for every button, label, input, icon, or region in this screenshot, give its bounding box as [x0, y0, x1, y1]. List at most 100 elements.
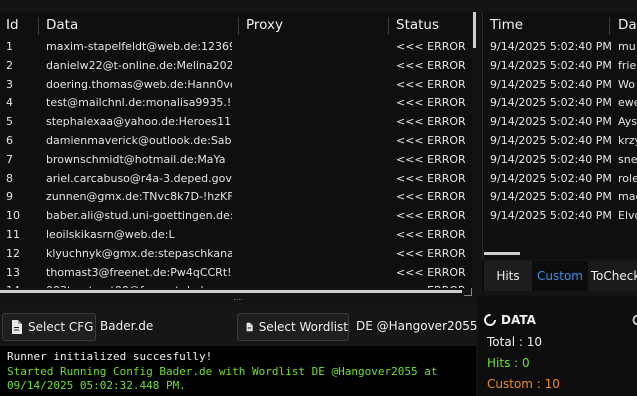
- tab-hits[interactable]: Hits: [484, 261, 532, 291]
- cell-id: 1: [6, 40, 13, 53]
- cell-data: stephalexaa@yahoo.de:Heroes11: [46, 115, 232, 129]
- column-header-data[interactable]: Data: [46, 17, 78, 33]
- cell-id: 12: [6, 246, 20, 260]
- console-line: Started Running Config Bader.de with Wor…: [7, 365, 438, 378]
- cell-data: baber.ali@stud.uni-goettingen.de:B: [46, 209, 232, 223]
- stat-total: Total : 10: [487, 335, 542, 349]
- scrollbar-thumb[interactable]: [473, 12, 476, 48]
- table-row[interactable]: 1 maxim-stapelfeldt@web.de:123698 <<< ERRO…: [0, 37, 472, 56]
- log-row[interactable]: 9/14/2025 5:02:40 PM sne: [483, 150, 637, 169]
- tab-tocheck[interactable]: ToCheck: [588, 261, 637, 291]
- cell-id: 10: [6, 209, 20, 223]
- log-row[interactable]: 9/14/2025 5:02:40 PM Wo: [483, 75, 637, 94]
- grid-vertical-scrollbar[interactable]: [472, 12, 480, 297]
- table-row[interactable]: 3 doering.thomas@web.de:Hann0ver! <<< ERRO…: [0, 75, 472, 94]
- console-line: 09/14/2025 05:02:32.448 PM.: [7, 379, 186, 392]
- log-rows: 9/14/2025 5:02:40 PM mu 9/14/2025 5:02:40 …: [483, 37, 637, 225]
- table-row[interactable]: 9 zunnen@gmx.de:TNvc8k7D-!hzKFH <<< ERROR …: [0, 187, 472, 206]
- cell-data: test@mailchnl.de:monalisa9935.!: [46, 96, 232, 110]
- table-row[interactable]: 10 baber.ali@stud.uni-goettingen.de:B <<< …: [0, 206, 472, 225]
- log-row[interactable]: 9/14/2025 5:02:40 PM mac: [483, 187, 637, 206]
- cell-status: <<< ERROR I: [396, 96, 466, 110]
- cell-id: 5: [6, 115, 13, 129]
- cell-data: klyuchnyk@gmx.de:stepaschkanascl: [46, 246, 232, 260]
- cell-status: <<< ERROR I: [396, 152, 466, 166]
- table-row[interactable]: 4 test@mailchnl.de:monalisa9935.! <<< ERRO…: [0, 93, 472, 112]
- log-row[interactable]: 9/14/2025 5:02:40 PM mu: [483, 37, 637, 56]
- log-header: Time Data: [483, 17, 637, 35]
- column-header-id[interactable]: Id: [6, 17, 19, 33]
- log-row[interactable]: 9/14/2025 5:02:40 PM role: [483, 169, 637, 188]
- column-header-time[interactable]: Time: [490, 17, 523, 33]
- cell-status: <<< ERROR I: [396, 171, 466, 185]
- cell-id: 11: [6, 227, 20, 241]
- cell-time: 9/14/2025 5:02:40 PM: [490, 190, 612, 204]
- cell-data: mac: [618, 190, 637, 204]
- document-icon: [12, 320, 22, 334]
- scrollbar-thumb[interactable]: [0, 290, 462, 293]
- stats-title: DATA: [501, 313, 536, 327]
- cell-data: krzy: [618, 133, 637, 147]
- cell-time: 9/14/2025 5:02:40 PM: [490, 77, 612, 91]
- console-line: Runner initialized succesfully!: [7, 350, 213, 363]
- table-row[interactable]: 2 danielw22@t-online.de:Melina2024 <<< ERR…: [0, 56, 472, 75]
- cell-data: Wo: [618, 77, 635, 91]
- column-header-data[interactable]: Data: [618, 17, 637, 33]
- console-output: Runner initialized succesfully! Started …: [0, 346, 476, 396]
- table-row[interactable]: 5 stephalexaa@yahoo.de:Heroes11 <<< ERROR …: [0, 112, 472, 131]
- log-row[interactable]: 9/14/2025 5:02:40 PM krzy: [483, 131, 637, 150]
- cell-id: 7: [6, 152, 13, 166]
- log-row[interactable]: 9/14/2025 5:02:40 PM frie: [483, 56, 637, 75]
- cell-id: 3: [6, 77, 13, 91]
- cell-status: <<< ERROR I: [396, 265, 466, 279]
- cell-data: ewe: [618, 96, 637, 110]
- log-grid[interactable]: Time Data 9/14/2025 5:02:40 PMmu9/14/202…: [482, 12, 637, 259]
- select-cfg-button[interactable]: Select CFG: [2, 313, 96, 341]
- cell-status: <<< ERROR I: [396, 133, 466, 147]
- cell-time: 9/14/2025 5:02:40 PM: [490, 96, 612, 110]
- cell-data: maxim-stapelfeldt@web.de:123698: [46, 40, 232, 53]
- table-row[interactable]: 12 klyuchnyk@gmx.de:stepaschkanascl <<< ER…: [0, 244, 472, 263]
- cell-data: Ays: [618, 115, 637, 129]
- cell-data: thomast3@freenet.de:Pw4qCCRt!Q\: [46, 265, 232, 279]
- cell-status: <<< ERROR I: [396, 227, 466, 241]
- log-row[interactable]: 9/14/2025 5:02:40 PM Ays: [483, 112, 637, 131]
- column-header-status[interactable]: Status: [396, 17, 439, 33]
- column-header-proxy[interactable]: Proxy: [246, 17, 283, 33]
- cell-id: 9: [6, 190, 13, 204]
- cell-data: doering.thomas@web.de:Hann0ver!: [46, 77, 232, 91]
- cell-data: danielw22@t-online.de:Melina2024: [46, 58, 232, 72]
- tab-custom[interactable]: Custom: [535, 261, 585, 291]
- cell-time: 9/14/2025 5:02:40 PM: [490, 209, 612, 223]
- settings-icon[interactable]: [632, 313, 637, 327]
- cell-data: Elvo: [618, 209, 637, 223]
- select-wordlist-button[interactable]: Select Wordlist: [237, 313, 349, 341]
- resize-grip-icon[interactable]: [464, 288, 472, 296]
- log-row[interactable]: 9/14/2025 5:02:40 PM Elvo: [483, 206, 637, 225]
- results-grid[interactable]: Id Data Proxy Status 1 maxim-stapelfeldt@…: [0, 12, 472, 289]
- log-row[interactable]: 9/14/2025 5:02:40 PM ewe: [483, 93, 637, 112]
- cell-id: 13: [6, 265, 20, 279]
- cell-data: role: [618, 171, 637, 185]
- table-row[interactable]: 13 thomast3@freenet.de:Pw4qCCRt!Q\ <<< ERR…: [0, 263, 472, 282]
- table-row[interactable]: 11 leoilskikasrn@web.de:L <<< ERROR I: [0, 225, 472, 244]
- cell-data: mu: [618, 40, 636, 53]
- stat-custom: Custom : 10: [487, 377, 560, 391]
- cell-id: 4: [6, 96, 13, 110]
- log-horizontal-scrollbar-thumb[interactable]: [484, 252, 520, 255]
- grid-horizontal-scrollbar[interactable]: [0, 288, 464, 298]
- cell-time: 9/14/2025 5:02:40 PM: [490, 115, 612, 129]
- cell-status: <<< ERROR I: [396, 209, 466, 223]
- table-row[interactable]: 8 ariel.carcabuso@r4a-3.deped.gov.pl <<< E…: [0, 169, 472, 188]
- cell-data: zunnen@gmx.de:TNvc8k7D-!hzKFH: [46, 190, 232, 204]
- cell-id: 8: [6, 171, 13, 185]
- table-row[interactable]: 7 brownschmidt@hotmail.de:MaYa <<< ERROR I: [0, 150, 472, 169]
- table-row[interactable]: 6 damienmaverick@outlook.de:Sabbe <<< ERRO…: [0, 131, 472, 150]
- splitter-handle[interactable]: [234, 299, 242, 305]
- config-name: Bader.de: [100, 319, 154, 333]
- document-icon: [246, 322, 253, 332]
- cell-time: 9/14/2025 5:02:40 PM: [490, 152, 612, 166]
- stats-panel: DATA Total : 10 Hits : 0 Custom : 10: [478, 296, 637, 396]
- result-tabs: Hits Custom ToCheck: [482, 261, 637, 291]
- stat-hits: Hits : 0: [487, 356, 530, 370]
